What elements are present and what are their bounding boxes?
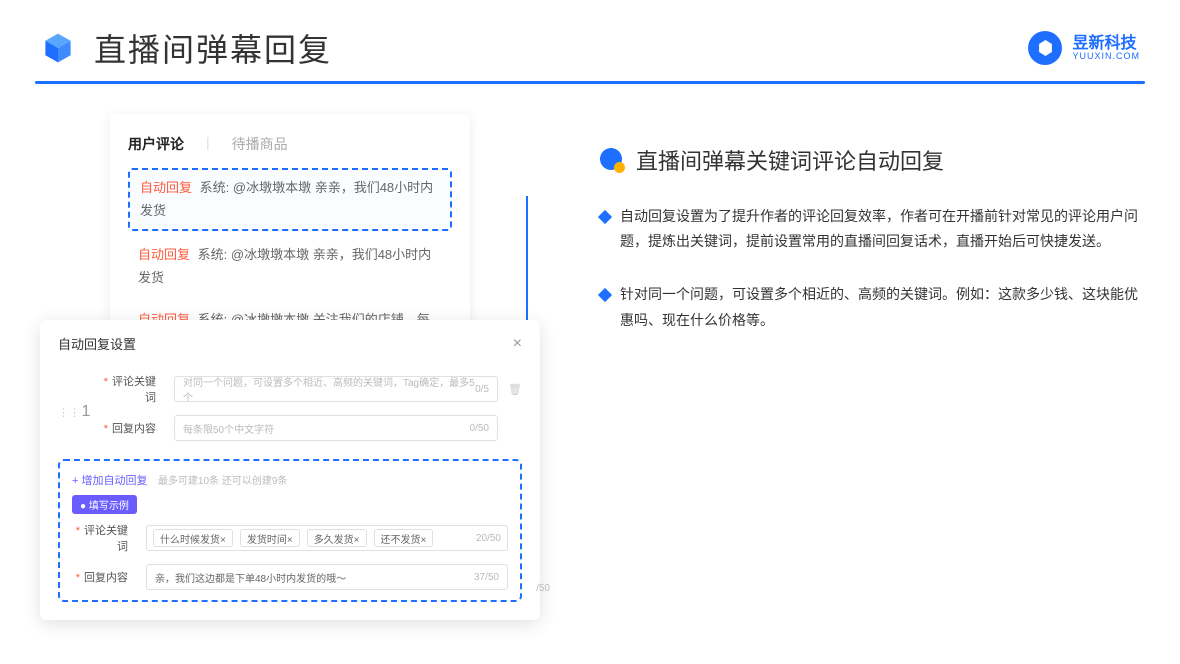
example-reply-input[interactable]: 亲，我们这边都是下单48小时内发货的哦～ 37/50 bbox=[146, 564, 508, 590]
left-column: 用户评论 | 待播商品 自动回复 系统: @冰墩墩本墩 亲亲，我们48小时内发货… bbox=[40, 114, 540, 456]
keyword-label: *评论关键词 bbox=[100, 373, 156, 405]
bubble-icon bbox=[600, 148, 624, 172]
brand-name: 昱新科技 bbox=[1072, 36, 1140, 52]
cube-icon bbox=[40, 30, 76, 66]
header-divider bbox=[35, 81, 1145, 84]
brand-sub: YUUXIN.COM bbox=[1072, 52, 1140, 61]
auto-reply-tag: 自动回复 bbox=[138, 247, 190, 262]
tab-pending-goods[interactable]: 待播商品 bbox=[232, 134, 288, 154]
add-auto-reply-button[interactable]: + 增加自动回复 bbox=[72, 475, 147, 487]
diamond-icon bbox=[598, 210, 612, 224]
bullet-item: 针对同一个问题，可设置多个相近的、高频的关键词。例如：这款多少钱、这块能优惠吗、… bbox=[600, 282, 1140, 332]
example-kw-label: *评论关键词 bbox=[72, 522, 128, 554]
comment-row-highlighted: 自动回复 系统: @冰墩墩本墩 亲亲，我们48小时内发货 bbox=[128, 168, 452, 231]
header-left: 直播间弹幕回复 bbox=[40, 25, 332, 71]
close-icon[interactable]: × bbox=[513, 335, 522, 353]
feature-title: 直播间弹幕关键词评论自动回复 bbox=[636, 144, 944, 176]
page-title: 直播间弹幕回复 bbox=[94, 25, 332, 71]
trash-icon[interactable]: 🗑 bbox=[508, 383, 522, 396]
drag-handle-icon[interactable]: ⋮⋮ bbox=[58, 406, 80, 419]
tabs: 用户评论 | 待播商品 bbox=[128, 134, 452, 154]
settings-panel: 自动回复设置 × ⋮⋮ 1 *评论关键词 对同一个问题，可设置多个相近、高频的关… bbox=[40, 320, 540, 620]
brand-logo: 昱新科技 YUUXIN.COM bbox=[1028, 31, 1140, 65]
auto-reply-tag: 自动回复 bbox=[140, 180, 192, 195]
tag-chip[interactable]: 还不发货× bbox=[374, 529, 434, 547]
form-group: ⋮⋮ 1 *评论关键词 对同一个问题，可设置多个相近、高频的关键词，Tag确定，… bbox=[58, 373, 522, 451]
settings-title: 自动回复设置 bbox=[58, 334, 136, 353]
comment-row: 自动回复 系统: @冰墩墩本墩 亲亲，我们48小时内发货 bbox=[128, 237, 452, 296]
tag-chip[interactable]: 多久发货× bbox=[307, 529, 367, 547]
tab-user-comments[interactable]: 用户评论 bbox=[128, 134, 184, 154]
feature-header: 直播间弹幕关键词评论自动回复 bbox=[600, 144, 1140, 176]
page-header: 直播间弹幕回复 昱新科技 YUUXIN.COM bbox=[0, 0, 1180, 81]
row-index: 1 bbox=[80, 403, 92, 421]
example-block: + 增加自动回复 最多可建10条 还可以创建9条 ● 填写示例 *评论关键词 什… bbox=[58, 459, 522, 602]
right-column: 直播间弹幕关键词评论自动回复 自动回复设置为了提升作者的评论回复效率，作者可在开… bbox=[600, 114, 1140, 456]
reply-input[interactable]: 每条限50个中文字符 0/50 bbox=[174, 415, 498, 441]
tag-chip[interactable]: 什么时候发货× bbox=[153, 529, 233, 547]
example-badge: ● 填写示例 bbox=[72, 495, 137, 514]
example-keyword-input[interactable]: 什么时候发货× 发货时间× 多久发货× 还不发货× 20/50 bbox=[146, 525, 508, 551]
example-reply-label: *回复内容 bbox=[72, 569, 128, 585]
add-hint: 最多可建10条 还可以创建9条 bbox=[158, 476, 287, 487]
tag-chip[interactable]: 发货时间× bbox=[240, 529, 300, 547]
brand-icon bbox=[1028, 31, 1062, 65]
side-counter: /50 bbox=[536, 583, 550, 594]
bullet-item: 自动回复设置为了提升作者的评论回复效率，作者可在开播前针对常见的评论用户问题，提… bbox=[600, 204, 1140, 254]
diamond-icon bbox=[598, 288, 612, 302]
keyword-input[interactable]: 对同一个问题，可设置多个相近、高频的关键词，Tag确定，最多5个 0/5 bbox=[174, 376, 498, 402]
reply-label: *回复内容 bbox=[100, 420, 156, 436]
